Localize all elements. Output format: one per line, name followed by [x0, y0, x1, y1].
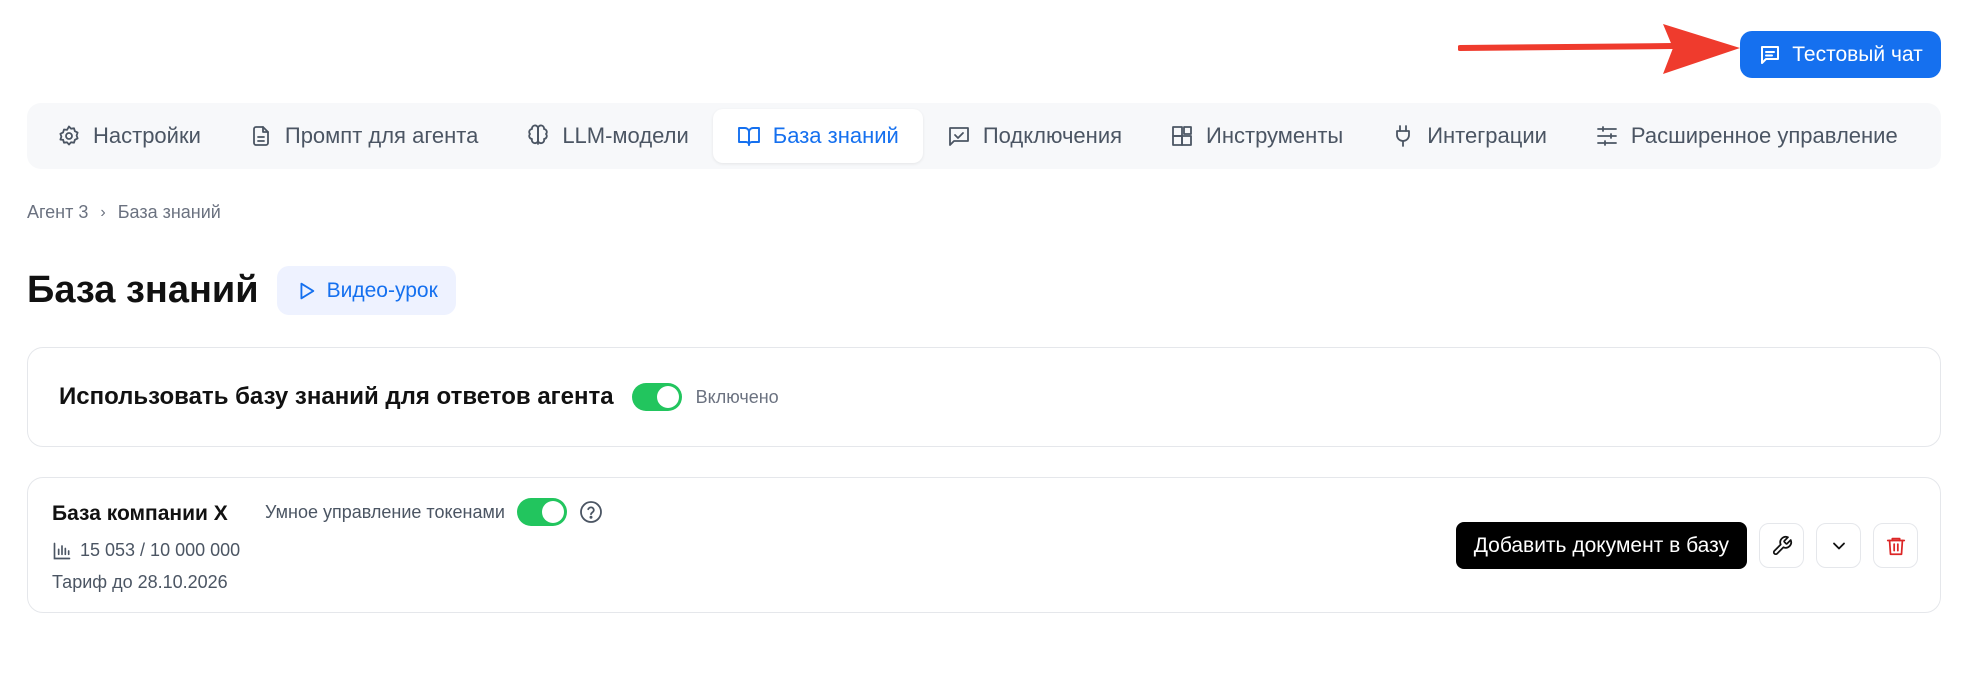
tab-bar: Настройки Промпт для агента LLM-модели Б…: [27, 103, 1941, 169]
page-title: База знаний: [27, 269, 259, 311]
tab-settings[interactable]: Настройки: [33, 109, 225, 163]
title-row: База знаний Видео-урок: [27, 266, 456, 315]
chat-icon: [1761, 45, 1780, 64]
tab-advanced[interactable]: Расширенное управление: [1571, 109, 1922, 163]
gear-icon: [59, 125, 79, 146]
blocks-icon: [1172, 126, 1192, 146]
wrench-icon: [1772, 535, 1792, 555]
top-bar: Тестовый чат: [0, 0, 1965, 95]
expand-button[interactable]: [1816, 523, 1861, 568]
book-icon: [737, 127, 760, 146]
help-icon[interactable]: [579, 500, 603, 524]
brain-icon: [528, 124, 548, 145]
tab-prompt[interactable]: Промпт для агента: [225, 109, 502, 163]
plug-icon: [1396, 125, 1411, 147]
smart-tokens-toggle[interactable]: [516, 498, 567, 526]
play-icon: [300, 282, 314, 299]
tab-tools[interactable]: Инструменты: [1146, 109, 1367, 163]
kb-usage-title: Использовать базу знаний для ответов аге…: [59, 383, 614, 410]
chevron-down-icon: [1832, 542, 1845, 549]
document-icon: [252, 126, 269, 146]
annotation-arrow-icon: [1458, 24, 1740, 74]
tab-label: Инструменты: [1206, 123, 1344, 148]
token-usage: 15 053 / 10 000 000: [52, 540, 240, 561]
tab-label: Подключения: [982, 123, 1123, 148]
delete-button[interactable]: [1873, 523, 1918, 568]
breadcrumb-separator: ›: [100, 203, 106, 221]
kb-usage-status: Включено: [695, 386, 779, 407]
base-name: База компании X: [52, 502, 228, 525]
tab-connections[interactable]: Подключения: [923, 109, 1146, 163]
base-actions: Добавить документ в базу: [1455, 522, 1918, 569]
kb-usage-toggle[interactable]: [631, 383, 682, 411]
kb-usage-card: Использовать базу знаний для ответов аге…: [27, 347, 1941, 447]
test-chat-label: Тестовый чат: [1792, 42, 1923, 66]
tab-label: Настройки: [93, 123, 201, 148]
tab-label: Промпт для агента: [284, 123, 479, 148]
bar-chart-icon: [53, 542, 71, 559]
breadcrumb-current: База знаний: [117, 202, 221, 222]
tab-label: Интеграции: [1427, 123, 1547, 148]
token-usage-value: 15 053 / 10 000 000: [80, 540, 241, 560]
smart-tokens-label: Умное управление токенами: [265, 501, 505, 522]
toggle-knob: [541, 501, 564, 523]
tab-llm-models[interactable]: LLM-модели: [502, 109, 712, 163]
breadcrumb-agent[interactable]: Агент 3: [27, 202, 88, 223]
knowledge-base-card: База компании X Умное управление токенам…: [27, 477, 1941, 613]
tab-integrations[interactable]: Интеграции: [1367, 109, 1571, 163]
configure-button[interactable]: [1759, 523, 1804, 568]
add-document-button[interactable]: Добавить документ в базу: [1455, 522, 1747, 569]
tab-label: Расширенное управление: [1630, 123, 1898, 148]
tab-label: LLM-модели: [562, 123, 689, 148]
video-lesson-button[interactable]: Видео-урок: [276, 266, 456, 315]
trash-icon: [1886, 537, 1905, 555]
breadcrumb: Агент 3 › База знаний: [27, 202, 221, 223]
test-chat-button[interactable]: Тестовый чат: [1740, 31, 1941, 78]
tab-label: База знаний: [772, 123, 899, 148]
tab-knowledge-base[interactable]: База знаний: [712, 109, 923, 163]
sliders-icon: [1597, 126, 1617, 146]
toggle-knob: [656, 386, 679, 408]
tariff-info: Тариф до 28.10.2026: [52, 572, 228, 592]
video-lesson-label: Видео-урок: [326, 278, 438, 302]
smart-tokens-row: Умное управление токенами: [265, 498, 603, 526]
message-check-icon: [948, 127, 969, 146]
